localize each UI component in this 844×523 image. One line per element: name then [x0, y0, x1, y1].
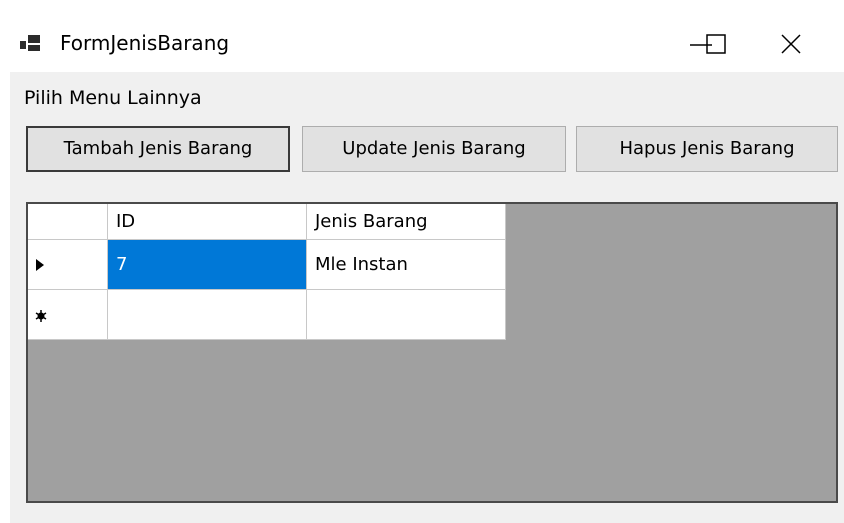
maximize-button[interactable] — [684, 20, 744, 66]
row-header-new[interactable] — [28, 290, 108, 340]
client-area: Pilih Menu Lainnya Tambah Jenis Barang U… — [10, 72, 844, 523]
close-button[interactable] — [764, 20, 824, 66]
top-left-header-cell[interactable] — [28, 204, 108, 240]
hapus-jenis-barang-button[interactable]: Hapus Jenis Barang — [576, 126, 838, 172]
tambah-jenis-barang-button[interactable]: Tambah Jenis Barang — [26, 126, 290, 172]
form-window: FormJenisBarang Pilih Menu Lainnya Tamba… — [0, 0, 844, 523]
update-jenis-barang-button[interactable]: Update Jenis Barang — [302, 126, 566, 172]
close-icon — [781, 34, 801, 54]
column-header-id[interactable]: ID — [108, 204, 307, 240]
new-row-cell-jenis-barang[interactable] — [307, 290, 506, 340]
table-cell-id[interactable]: 7 — [108, 240, 307, 290]
title-bar[interactable]: FormJenisBarang — [0, 0, 844, 72]
table-cell-jenis-barang[interactable]: Mle Instan — [307, 240, 506, 290]
winforms-app-icon — [20, 35, 40, 51]
row-header[interactable] — [28, 240, 108, 290]
column-header-jenis-barang[interactable]: Jenis Barang — [307, 204, 506, 240]
window-title: FormJenisBarang — [60, 31, 230, 55]
menu-item-pilih-menu-lainnya[interactable]: Pilih Menu Lainnya — [24, 86, 202, 110]
menu-bar: Pilih Menu Lainnya — [10, 72, 844, 118]
new-row-asterisk-icon — [35, 310, 47, 322]
maximize-icon — [706, 34, 726, 54]
data-grid[interactable]: ID Jenis Barang 7 Mle Instan — [26, 202, 838, 503]
new-row-cell-id[interactable] — [108, 290, 307, 340]
current-row-arrow-icon — [36, 259, 44, 271]
